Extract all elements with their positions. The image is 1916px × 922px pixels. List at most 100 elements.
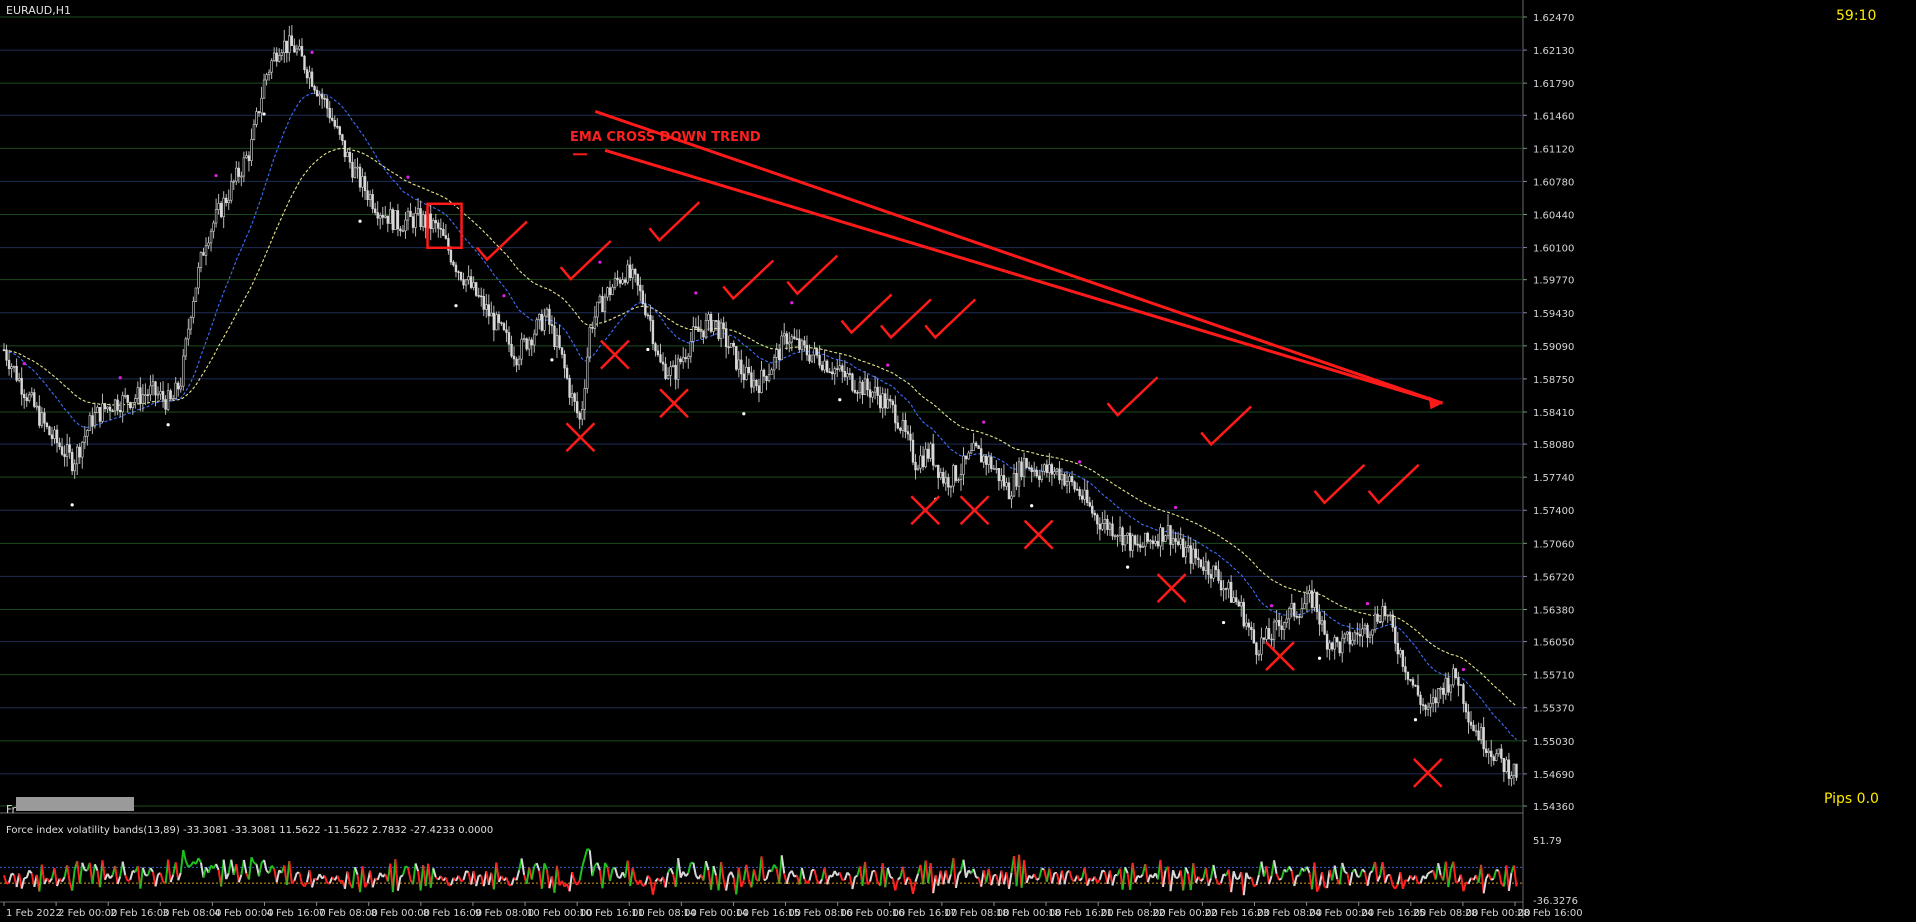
- candle-body: [1218, 570, 1220, 581]
- candle-body: [415, 213, 417, 227]
- candle-body: [180, 386, 182, 389]
- candle-body: [1043, 465, 1045, 471]
- candle-body: [1432, 698, 1434, 704]
- candle-body: [531, 340, 533, 345]
- candle-body: [41, 413, 43, 426]
- candle-body: [978, 446, 980, 449]
- candle-body: [480, 296, 482, 297]
- candle-body: [104, 403, 106, 408]
- force-index-segment: [587, 849, 590, 851]
- y-tick-label: 1.59430: [1533, 309, 1574, 320]
- candle-body: [852, 374, 854, 390]
- candle-body: [993, 468, 995, 469]
- candle-body: [31, 393, 33, 395]
- candle-body: [1084, 490, 1086, 499]
- candle-body: [1223, 589, 1225, 590]
- y-tick-label: 1.54360: [1533, 802, 1574, 813]
- candle-body: [228, 200, 230, 202]
- candle-body: [6, 350, 8, 360]
- candle-body: [644, 304, 646, 315]
- trading-chart[interactable]: 1.624701.621301.617901.614601.611201.607…: [0, 0, 1916, 918]
- candle-body: [1483, 727, 1485, 749]
- candle-body: [246, 156, 248, 158]
- candle-body: [879, 396, 881, 408]
- candle-body: [324, 98, 326, 99]
- candle-body: [745, 367, 747, 379]
- candle-body: [142, 395, 144, 404]
- candle-body: [1346, 632, 1348, 634]
- candle-body: [680, 359, 682, 362]
- candle-body: [28, 395, 30, 401]
- candle-body: [435, 220, 437, 222]
- candle-body: [713, 320, 715, 331]
- candle-body: [1220, 581, 1222, 590]
- candle-body: [998, 468, 1000, 480]
- candle-body: [596, 302, 598, 317]
- candle-body: [359, 167, 361, 187]
- candle-body: [963, 456, 965, 475]
- candle-body: [417, 208, 419, 213]
- candle-body: [187, 329, 189, 339]
- candle-body: [1314, 592, 1316, 607]
- candle-body: [1074, 482, 1076, 489]
- candle-body: [1407, 672, 1409, 679]
- candle-body: [147, 395, 149, 396]
- candle-body: [1129, 533, 1131, 550]
- candle-body: [710, 314, 712, 331]
- candle-body: [980, 449, 982, 463]
- candle-body: [463, 280, 465, 285]
- candle-body: [160, 391, 162, 394]
- force-index-segment: [1345, 872, 1348, 874]
- candle-body: [1303, 604, 1305, 609]
- candle-body: [945, 478, 947, 484]
- candle-body: [1357, 633, 1359, 635]
- candle-body: [13, 366, 15, 367]
- force-index-segment: [254, 863, 257, 865]
- force-index-segment: [7, 882, 10, 883]
- candle-body: [1233, 598, 1235, 603]
- candle-body: [1056, 469, 1058, 472]
- candle-body: [94, 413, 96, 426]
- force-index-segment: [188, 866, 191, 867]
- candle-body: [566, 368, 568, 378]
- chart-canvas[interactable]: 1.624701.621301.617901.614601.611201.607…: [0, 0, 1916, 918]
- candle-body: [667, 375, 669, 378]
- candle-body: [1503, 758, 1505, 771]
- candle-body: [735, 346, 737, 369]
- candle-body: [829, 372, 831, 373]
- candle-body: [988, 457, 990, 465]
- candle-body: [1064, 474, 1066, 485]
- candle-body: [97, 407, 99, 413]
- candle-body: [970, 451, 972, 453]
- candle-body: [1250, 627, 1252, 629]
- candle-body: [990, 457, 992, 469]
- candle-body: [778, 350, 780, 360]
- candle-body: [306, 70, 308, 78]
- indicator-label: Force index volatility bands(13,89) -33.…: [6, 825, 493, 836]
- candle-body: [1238, 602, 1240, 606]
- candle-body: [576, 402, 578, 413]
- fractal-down-dot: [1126, 566, 1129, 569]
- candle-body: [107, 407, 109, 409]
- candle-body: [639, 285, 641, 291]
- candle-body: [819, 355, 821, 365]
- candle-body: [1177, 542, 1179, 545]
- candle-body: [1016, 473, 1018, 486]
- candle-body: [824, 361, 826, 370]
- candle-body: [1311, 591, 1313, 608]
- candle-body: [321, 94, 323, 98]
- candle-body: [1149, 541, 1151, 542]
- candle-body: [763, 370, 765, 376]
- candle-body: [301, 46, 303, 56]
- candle-body: [1261, 638, 1263, 654]
- y-tick-label: 1.59770: [1533, 276, 1574, 287]
- candle-body: [730, 343, 732, 347]
- y-tick-label: 1.58750: [1533, 375, 1574, 386]
- y-tick-label: 1.60440: [1533, 210, 1574, 221]
- candle-body: [331, 118, 333, 120]
- candle-body: [624, 280, 626, 283]
- candle-body: [591, 327, 593, 328]
- candle-body: [223, 198, 225, 217]
- candle-body: [1372, 630, 1374, 635]
- candle-body: [682, 357, 684, 361]
